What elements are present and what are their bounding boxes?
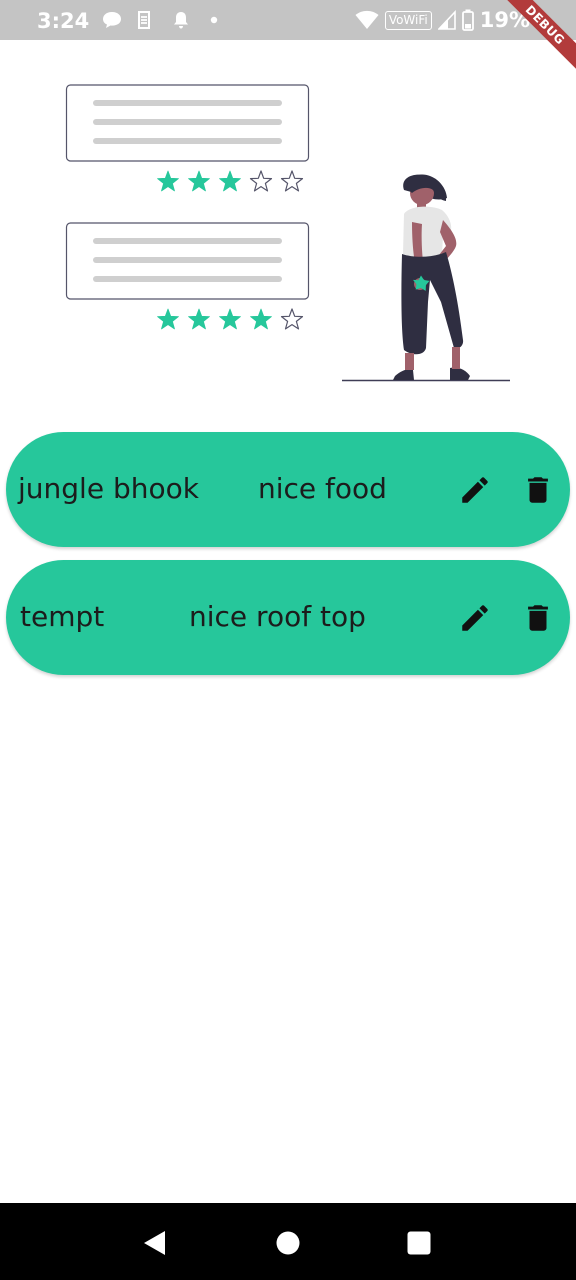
star-filled-icon xyxy=(157,170,179,192)
status-right-group: VoWiFi 19% xyxy=(355,8,530,32)
review-name: tempt xyxy=(20,600,105,633)
review-card[interactable]: jungle bhook nice food xyxy=(6,432,570,547)
vowifi-label: VoWiFi xyxy=(384,10,432,30)
star-empty-icon xyxy=(280,308,304,330)
star-filled-icon xyxy=(219,308,241,330)
back-icon[interactable] xyxy=(141,1230,167,1256)
recents-icon[interactable] xyxy=(406,1230,432,1256)
star-filled-icon xyxy=(188,170,210,192)
delete-icon[interactable] xyxy=(521,473,555,507)
home-icon[interactable] xyxy=(275,1230,301,1256)
star-empty-icon xyxy=(280,170,304,192)
star-filled-icon xyxy=(157,308,179,330)
dot-icon xyxy=(210,16,218,24)
status-time: 3:24 xyxy=(37,9,90,33)
illustration-review-card-2 xyxy=(65,222,310,300)
illustration-review-card-1 xyxy=(65,84,310,162)
review-card[interactable]: tempt nice roof top xyxy=(6,560,570,675)
illustration-star-rating-1 xyxy=(157,170,304,192)
review-comment: nice food xyxy=(258,472,387,505)
notification-bell-icon xyxy=(174,12,188,29)
review-comment: nice roof top xyxy=(189,600,366,633)
signal-icon xyxy=(437,10,456,30)
star-empty-icon xyxy=(249,170,273,192)
chat-icon xyxy=(103,12,121,28)
review-name: jungle bhook xyxy=(18,472,199,505)
star-filled-icon xyxy=(250,308,272,330)
delete-icon[interactable] xyxy=(521,601,555,635)
edit-icon[interactable] xyxy=(458,473,492,507)
star-filled-icon xyxy=(219,170,241,192)
navigation-bar xyxy=(0,1203,576,1280)
battery-icon xyxy=(461,9,474,31)
reviews-illustration xyxy=(65,84,510,382)
illustration-star-rating-2 xyxy=(157,308,304,330)
edit-icon[interactable] xyxy=(458,601,492,635)
status-bar: 3:24 VoWiFi 19% xyxy=(0,0,576,40)
star-filled-icon xyxy=(188,308,210,330)
sim-icon xyxy=(138,11,150,29)
woman-figure xyxy=(393,174,470,380)
wifi-icon xyxy=(355,10,379,29)
